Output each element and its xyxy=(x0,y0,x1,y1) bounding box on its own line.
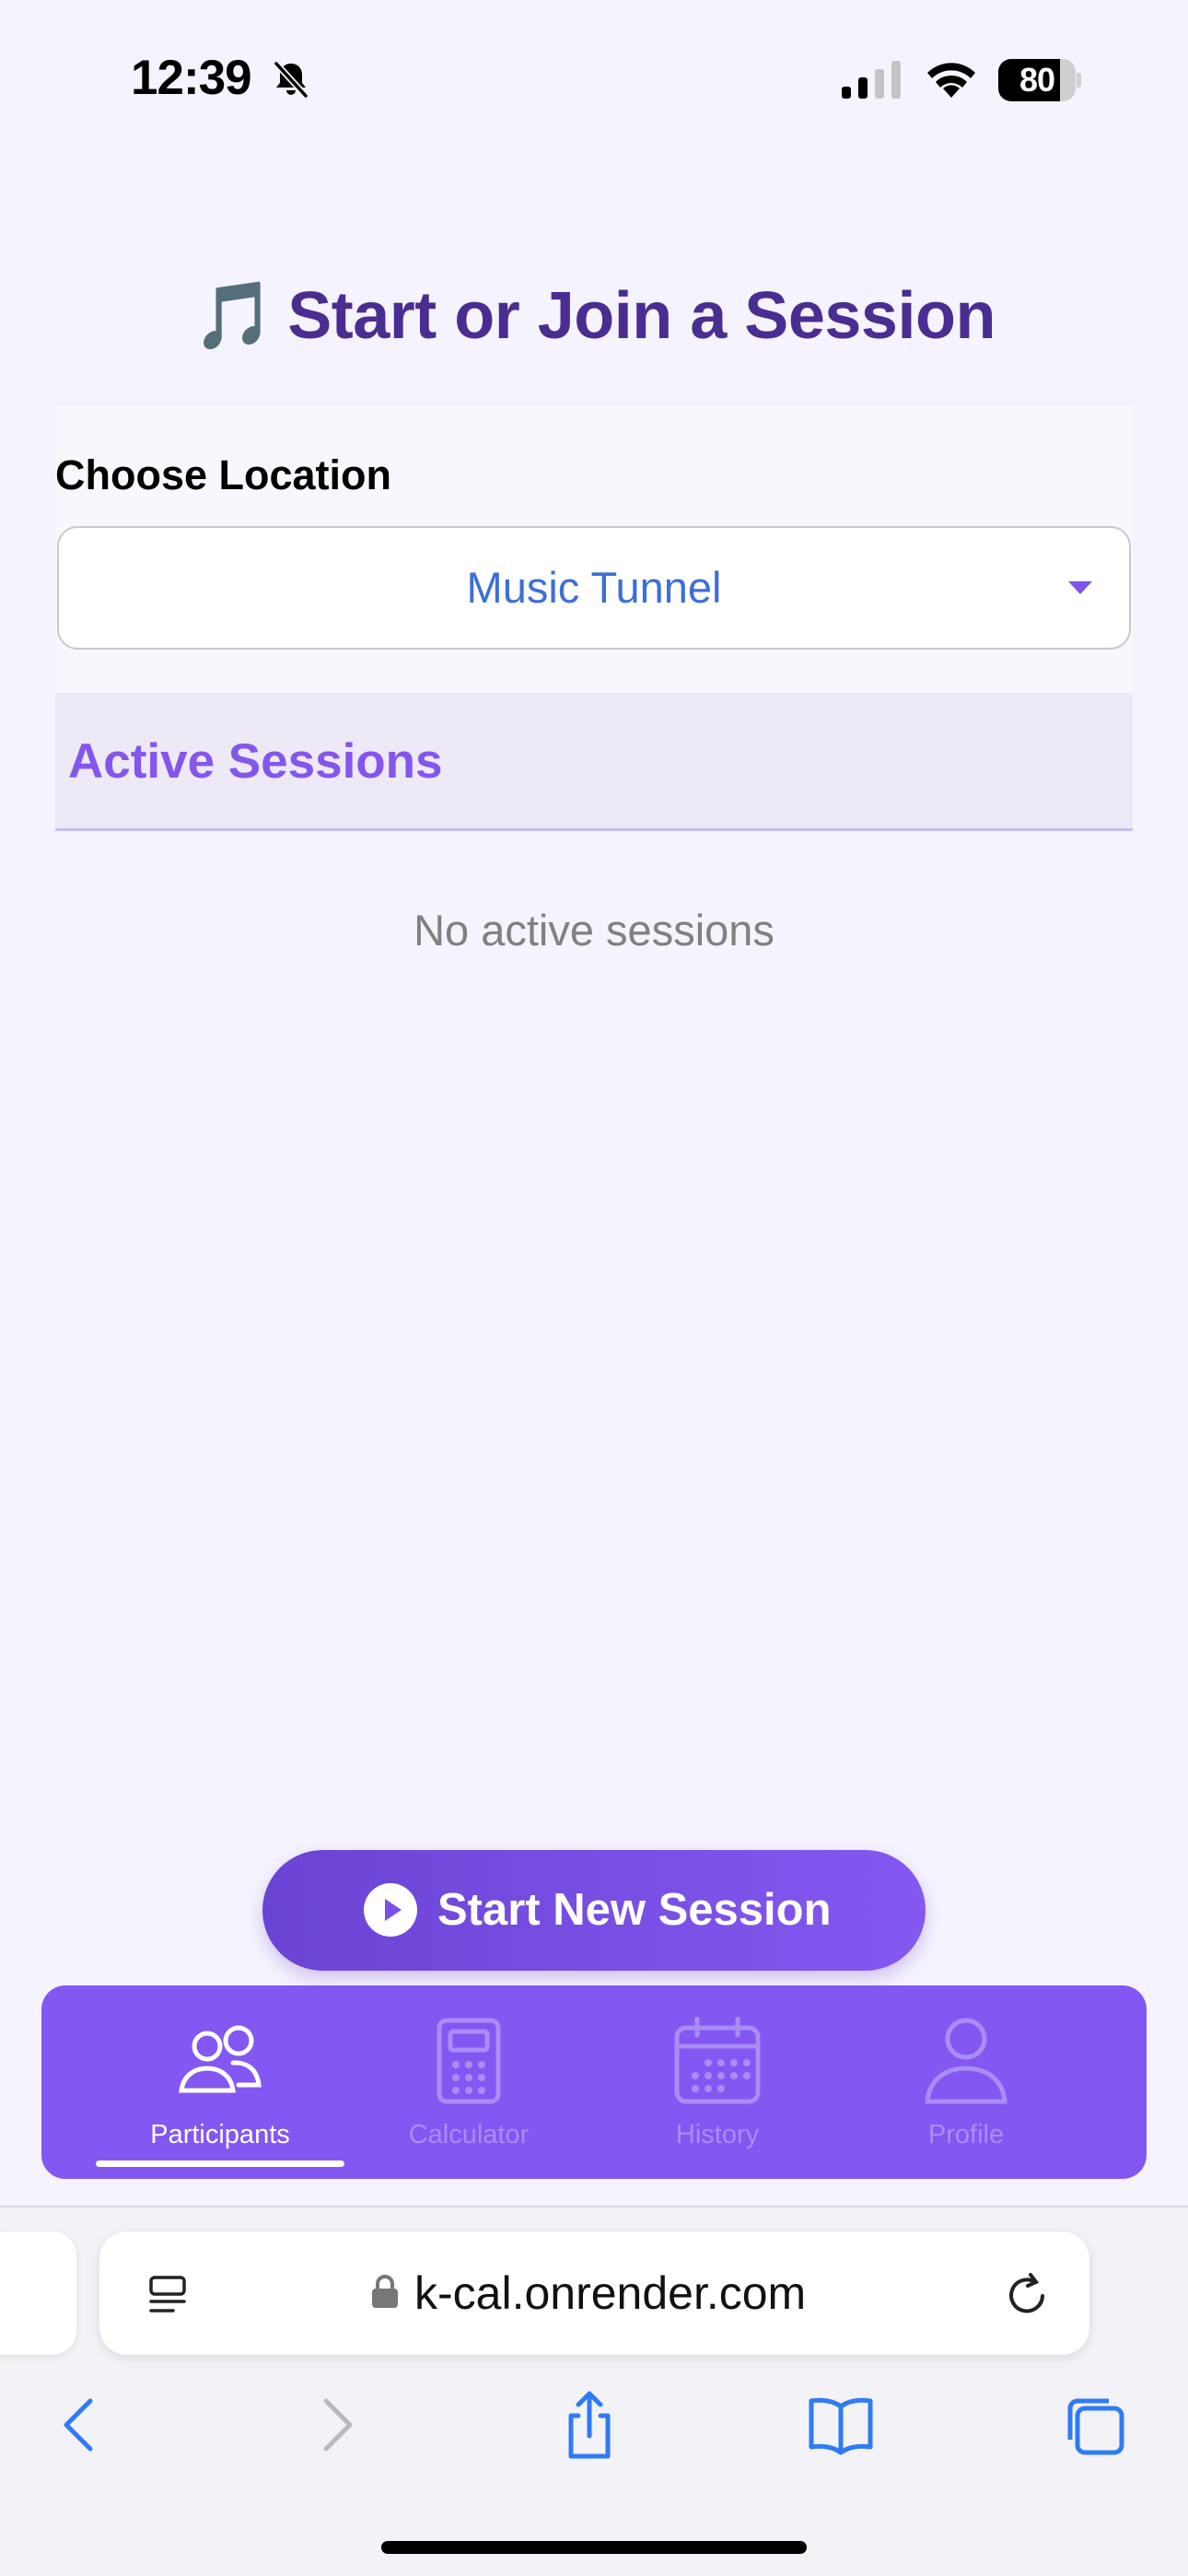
nav-item-history[interactable]: History xyxy=(593,1985,842,2179)
empty-sessions-message: No active sessions xyxy=(413,906,775,954)
home-indicator xyxy=(381,2541,807,2554)
cellular-signal-icon xyxy=(842,61,901,99)
bottom-nav: Participants Calculator History Profile xyxy=(41,1985,1147,2179)
reload-icon[interactable] xyxy=(1002,2268,1054,2320)
nav-label-participants: Participants xyxy=(150,2120,290,2149)
location-label: Choose Location xyxy=(55,451,392,498)
browser-toolbar: k-cal.onrender.com xyxy=(0,2206,1188,2576)
page-title: 🎵 Start or Join a Session xyxy=(0,276,1188,355)
bookmarks-icon[interactable] xyxy=(804,2388,878,2462)
tabs-icon[interactable] xyxy=(1057,2388,1131,2462)
nav-label-history: History xyxy=(675,2120,760,2149)
share-icon[interactable] xyxy=(553,2388,626,2462)
start-new-session-label: Start New Session xyxy=(437,1885,832,1935)
nav-active-indicator xyxy=(96,2160,344,2167)
participants-icon xyxy=(179,2025,262,2093)
wifi-icon xyxy=(927,63,975,98)
location-card: Choose Location Music Tunnel xyxy=(55,405,1133,693)
bell-slash-icon xyxy=(274,61,309,99)
status-bar: 12:39 80 xyxy=(0,0,1188,157)
address-bar[interactable]: k-cal.onrender.com xyxy=(99,2231,1089,2355)
active-sessions-header: Active Sessions xyxy=(55,693,1133,831)
location-select-value: Music Tunnel xyxy=(466,563,722,612)
chevron-down-icon xyxy=(1068,581,1092,594)
profile-icon xyxy=(925,2018,1007,2104)
location-select[interactable]: Music Tunnel xyxy=(57,526,1131,650)
nav-item-profile[interactable]: Profile xyxy=(842,1985,1090,2179)
start-new-session-button[interactable]: Start New Session xyxy=(262,1850,926,1971)
music-note-icon: 🎵 xyxy=(192,279,275,353)
page: 12:39 80 🎵 Start or Join a Session Choos… xyxy=(0,0,1188,2576)
previous-tab-card[interactable] xyxy=(0,2231,76,2355)
nav-item-calculator[interactable]: Calculator xyxy=(344,1985,593,2179)
status-time: 12:39 xyxy=(131,51,252,105)
nav-label-calculator: Calculator xyxy=(408,2120,530,2149)
calendar-icon xyxy=(674,2017,761,2104)
forward-icon[interactable] xyxy=(300,2388,374,2462)
page-title-text: Start or Join a Session xyxy=(287,279,996,353)
battery-icon: 80 xyxy=(998,59,1081,101)
nav-label-profile: Profile xyxy=(927,2120,1005,2149)
lock-icon xyxy=(372,2275,398,2308)
active-sessions-title: Active Sessions xyxy=(68,734,443,789)
nav-item-participants[interactable]: Participants xyxy=(96,1985,344,2179)
address-text: k-cal.onrender.com xyxy=(414,2267,807,2319)
page-menu-icon[interactable] xyxy=(146,2272,192,2318)
calculator-icon xyxy=(437,2018,501,2104)
battery-level: 80 xyxy=(1019,61,1055,99)
back-icon[interactable] xyxy=(42,2388,116,2462)
play-circle-icon xyxy=(364,1883,417,1937)
